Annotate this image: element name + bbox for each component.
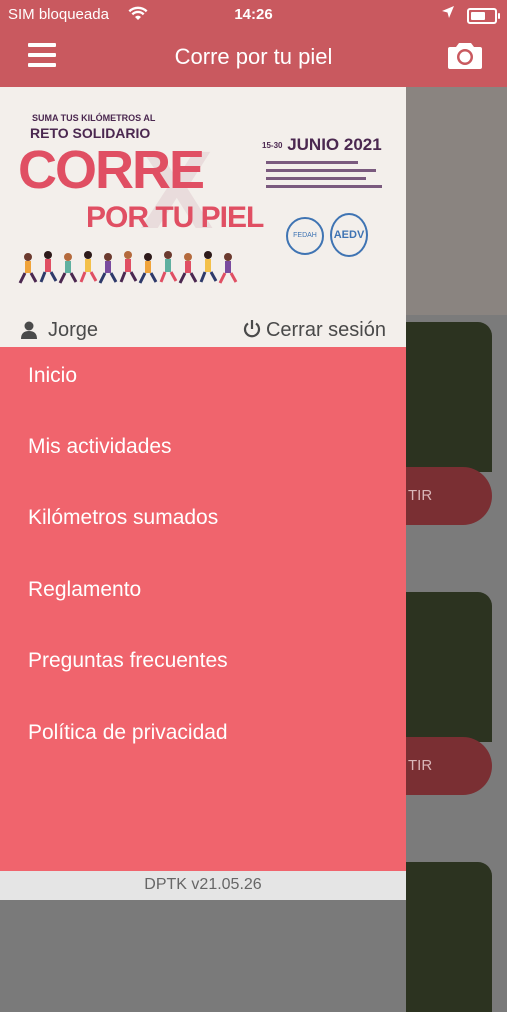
status-time: 14:26 (234, 6, 273, 23)
page-title: Corre por tu piel (174, 44, 333, 69)
status-bar: SIM bloqueada 14:26 (0, 0, 507, 30)
camera-icon[interactable] (447, 40, 483, 70)
background-button-label: TIR (408, 487, 433, 504)
menu-item-politica-privacidad[interactable]: Política de privacidad (0, 707, 406, 767)
logout-button[interactable]: Cerrar sesión (242, 319, 386, 342)
banner-description-lines (266, 161, 386, 204)
background-banner (406, 87, 507, 315)
battery-icon (467, 8, 500, 24)
background-action-button[interactable]: TIR (406, 467, 492, 525)
location-arrow-icon (441, 5, 455, 22)
menu-item-kilometros-sumados[interactable]: Kilómetros sumados (0, 492, 406, 552)
menu-item-reglamento[interactable]: Reglamento (0, 564, 406, 624)
background-card-image (406, 592, 492, 742)
banner-subheadline: POR TU PIEL (86, 201, 264, 234)
drawer-header-banner: X SUMA TUS KILÓMETROS AL RETO SOLIDARIO … (0, 87, 406, 347)
menu-item-mis-actividades[interactable]: Mis actividades (0, 421, 406, 481)
background-card-image (406, 862, 492, 1012)
partner-logo: AEDV (330, 213, 368, 257)
banner-headline: CORRE (18, 140, 205, 200)
banner-tagline-small: SUMA TUS KILÓMETROS AL (32, 113, 156, 123)
app-version: DPTK v21.05.26 (0, 871, 406, 900)
background-button-label: TIR (408, 757, 433, 774)
background-action-button[interactable]: TIR (406, 737, 492, 795)
side-drawer: X SUMA TUS KILÓMETROS AL RETO SOLIDARIO … (0, 87, 406, 900)
menu-item-inicio[interactable]: Inicio (0, 350, 406, 410)
top-bar: SIM bloqueada 14:26 Corre por tu piel (0, 0, 507, 87)
user-name: Jorge (48, 319, 99, 341)
user-icon (20, 321, 38, 339)
background-content: TIR TIR (406, 87, 507, 1012)
runners-illustration (18, 247, 238, 287)
background-card-image (406, 322, 492, 472)
partner-logo: FEDAH (286, 217, 324, 255)
user-info-row: Jorge Cerrar sesión (0, 313, 406, 347)
menu-item-preguntas-frecuentes[interactable]: Preguntas frecuentes (0, 635, 406, 695)
logout-label: Cerrar sesión (265, 319, 386, 341)
banner-date: 15-30 JUNIO 2021 (262, 135, 382, 154)
power-icon (242, 319, 262, 339)
